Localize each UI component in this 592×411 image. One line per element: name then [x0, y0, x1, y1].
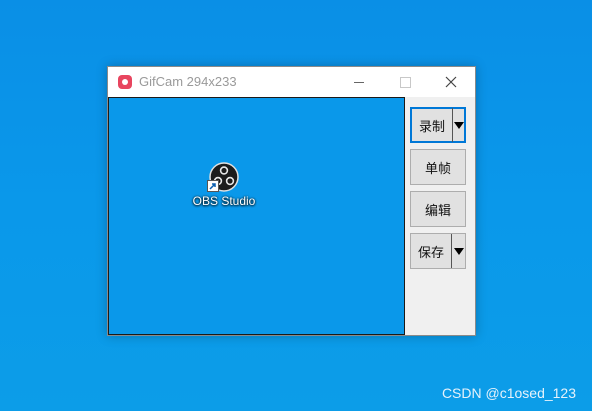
- record-label: 录制: [418, 119, 445, 135]
- dropdown-arrow-icon: [453, 121, 464, 129]
- maximize-button[interactable]: [382, 67, 428, 97]
- record-dropdown-button[interactable]: [453, 121, 464, 129]
- edit-label: 编辑: [424, 203, 451, 219]
- save-dropdown-button[interactable]: [452, 247, 465, 255]
- save-button[interactable]: 保存: [410, 233, 466, 269]
- close-button[interactable]: [428, 67, 474, 97]
- obs-studio-icon: [207, 162, 239, 192]
- gifcam-window: GifCam 294x233 OBS Studio 录制 单帧 编辑 保存: [107, 66, 476, 336]
- single-frame-button[interactable]: 单帧: [410, 149, 466, 185]
- dropdown-arrow-icon: [453, 247, 464, 255]
- watermark: CSDN @c1osed_123: [441, 385, 576, 401]
- record-button[interactable]: 录制: [410, 107, 466, 143]
- minimize-icon: [354, 81, 364, 83]
- desktop: GifCam 294x233 OBS Studio 录制 单帧 编辑 保存 CS…: [0, 0, 592, 411]
- save-label: 保存: [417, 245, 444, 261]
- title-bar[interactable]: GifCam 294x233: [108, 67, 475, 97]
- obs-studio-shortcut[interactable]: OBS Studio: [179, 162, 269, 208]
- window-title: GifCam 294x233: [139, 74, 237, 89]
- gifcam-app-icon: [118, 75, 132, 89]
- obs-studio-label: OBS Studio: [192, 194, 256, 208]
- capture-area[interactable]: OBS Studio: [108, 97, 405, 335]
- edit-button[interactable]: 编辑: [410, 191, 466, 227]
- maximize-icon: [399, 76, 411, 88]
- minimize-button[interactable]: [336, 67, 382, 97]
- single-frame-label: 单帧: [424, 161, 451, 177]
- close-icon: [445, 76, 457, 88]
- shortcut-arrow-icon: [207, 180, 219, 192]
